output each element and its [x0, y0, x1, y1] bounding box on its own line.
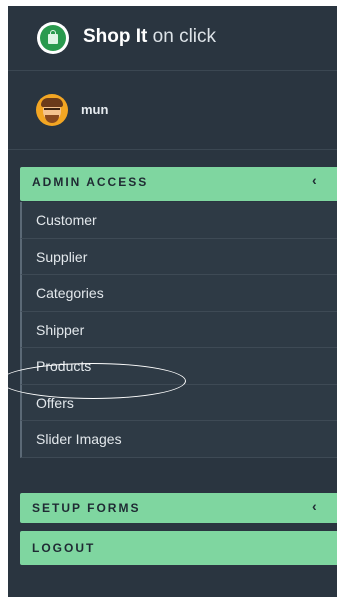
menu-item-customer[interactable]: Customer — [20, 202, 337, 239]
menu-item-categories[interactable]: Categories — [20, 275, 337, 312]
brand-name: Shop It on click — [83, 26, 216, 48]
chevron-left-icon: ‹ — [312, 172, 317, 188]
section-admin-access[interactable]: ADMIN ACCESS ‹ — [20, 167, 337, 201]
menu-item-label: Slider Images — [36, 431, 122, 447]
menu-item-slider-images[interactable]: Slider Images — [20, 421, 337, 458]
shopping-bag-icon — [37, 22, 69, 54]
menu-item-label: Shipper — [36, 321, 85, 338]
brand-name-strong: Shop It — [83, 26, 148, 47]
section-admin-access-label: ADMIN ACCESS — [32, 175, 149, 189]
section-setup-forms-label: SETUP FORMS — [32, 501, 141, 515]
admin-access-menu: Customer Supplier Categories Shipper Pro… — [20, 202, 337, 458]
brand-header[interactable]: Shop It on click — [8, 6, 337, 71]
menu-item-shipper[interactable]: Shipper — [20, 311, 337, 348]
section-logout-label: LOGOUT — [32, 541, 96, 555]
chevron-left-icon: ‹ — [312, 498, 317, 514]
avatar — [36, 94, 68, 126]
brand-name-rest: on click — [152, 26, 217, 47]
sidebar: Shop It on click mun ADMIN ACCESS ‹ Cust… — [8, 6, 337, 597]
user-panel[interactable]: mun — [8, 77, 337, 150]
menu-item-label: Categories — [36, 285, 104, 301]
section-setup-forms[interactable]: SETUP FORMS ‹ — [20, 493, 337, 523]
section-logout[interactable]: LOGOUT — [20, 531, 337, 565]
menu-item-supplier[interactable]: Supplier — [20, 238, 337, 275]
menu-item-label: Supplier — [36, 248, 88, 265]
menu-item-label: Customer — [36, 212, 97, 228]
products-highlight-circle — [0, 363, 186, 399]
user-name: mun — [81, 102, 109, 117]
